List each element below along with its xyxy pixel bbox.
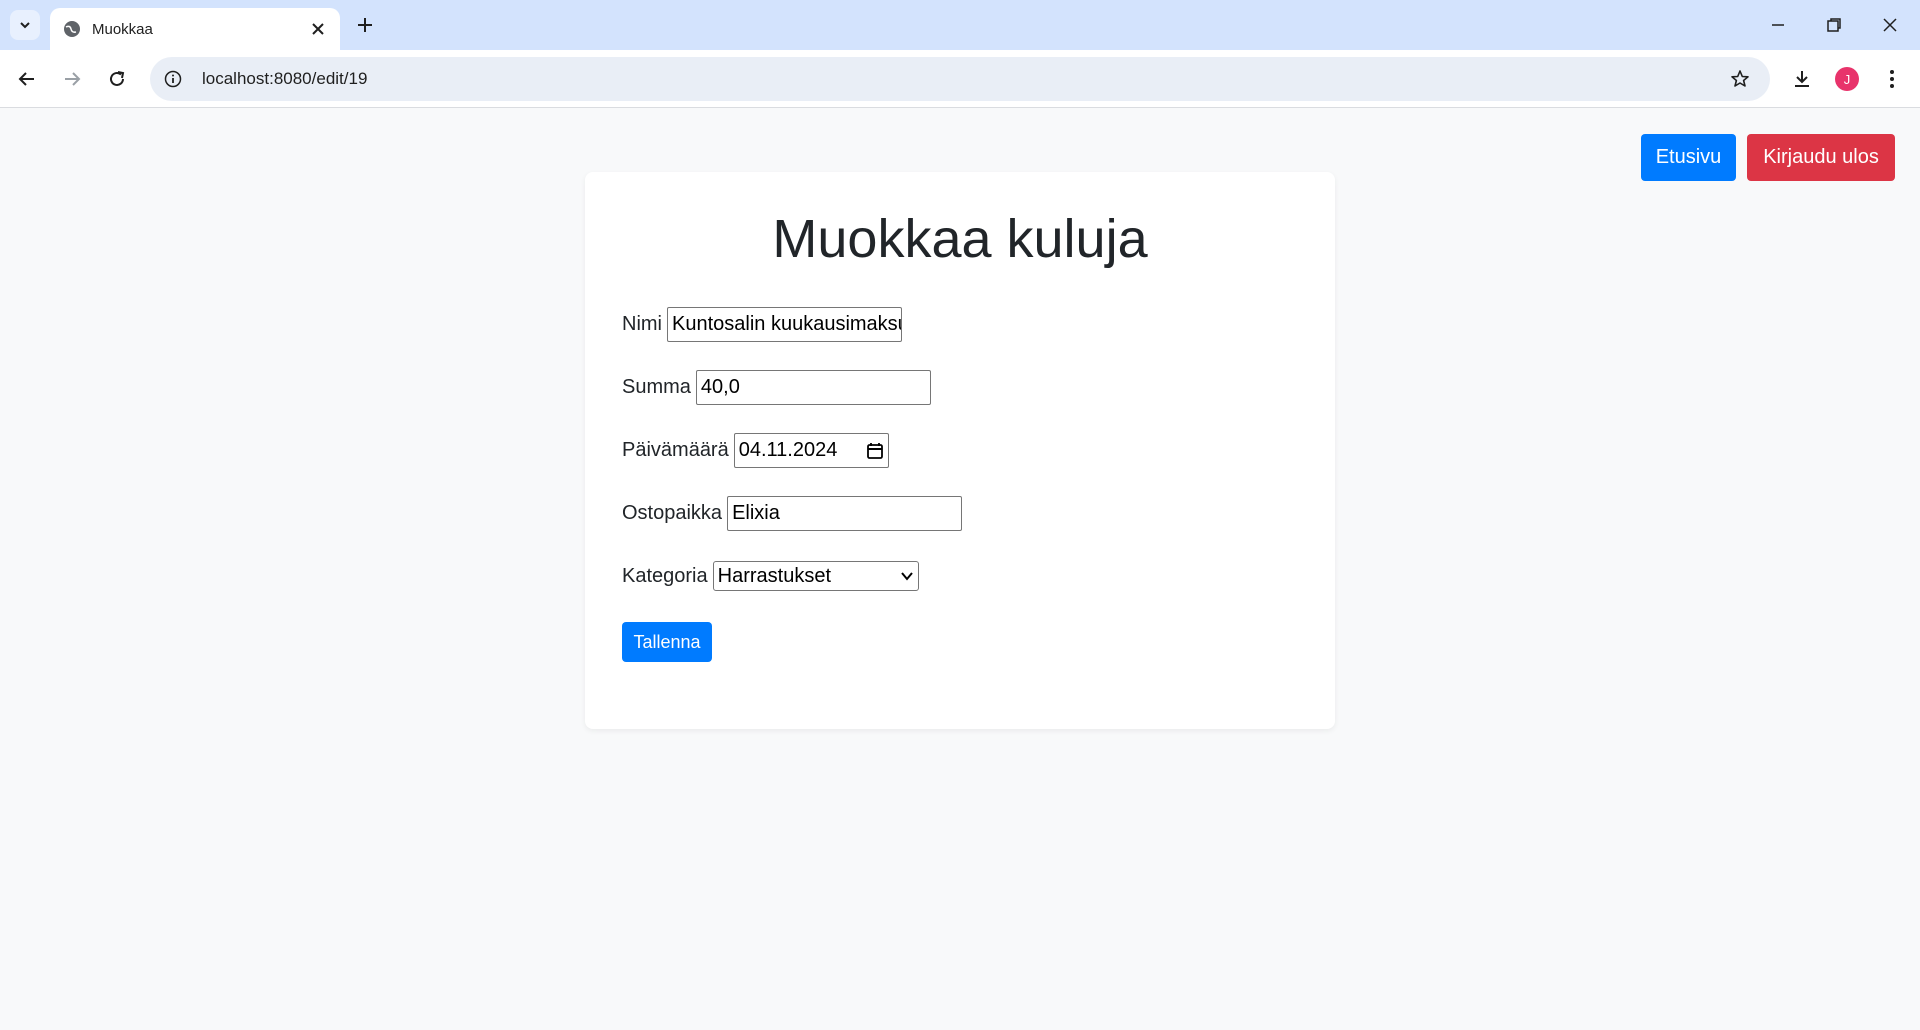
close-tab-icon[interactable] bbox=[306, 17, 330, 41]
amount-label: Summa bbox=[622, 376, 691, 398]
close-window-icon[interactable] bbox=[1877, 12, 1903, 38]
amount-input[interactable]: 40,0 bbox=[695, 370, 931, 405]
save-button[interactable]: Tallenna bbox=[622, 622, 712, 662]
globe-icon bbox=[62, 19, 82, 39]
name-input[interactable]: Kuntosalin kuukausimaksu bbox=[667, 307, 902, 342]
page-title: Muokkaa kuluja bbox=[772, 209, 1148, 269]
forward-icon[interactable] bbox=[57, 64, 87, 94]
page-content: Etusivu Kirjaudu ulos Muokkaa kuluja Nim… bbox=[0, 109, 1920, 1030]
calendar-icon[interactable] bbox=[866, 442, 884, 460]
name-label: Nimi bbox=[622, 313, 662, 335]
date-input[interactable]: 04.11.2024 bbox=[733, 433, 889, 468]
chevron-down-icon bbox=[20, 22, 30, 29]
address-bar[interactable]: localhost:8080/edit/19 bbox=[150, 57, 1770, 101]
tab-list-button[interactable] bbox=[10, 10, 40, 40]
category-select[interactable]: Harrastukset bbox=[712, 561, 919, 591]
more-menu-icon[interactable] bbox=[1878, 65, 1906, 93]
bookmark-star-icon[interactable] bbox=[1726, 65, 1754, 93]
browser-toolbar: localhost:8080/edit/19 J bbox=[0, 50, 1920, 108]
date-label: Päivämäärä bbox=[622, 439, 729, 461]
category-label: Kategoria bbox=[622, 564, 708, 587]
new-tab-icon[interactable] bbox=[352, 12, 378, 38]
download-icon[interactable] bbox=[1788, 65, 1816, 93]
browser-tab-bar: Muokkaa bbox=[0, 0, 1920, 50]
logout-button[interactable]: Kirjaudu ulos bbox=[1747, 134, 1895, 181]
site-info-icon[interactable] bbox=[162, 68, 184, 90]
category-row: Kategoria Harrastukset bbox=[622, 561, 919, 591]
name-row: Nimi Kuntosalin kuukausimaksu bbox=[622, 307, 902, 342]
url-text[interactable]: localhost:8080/edit/19 bbox=[202, 69, 1726, 89]
back-icon[interactable] bbox=[12, 64, 42, 94]
place-input[interactable]: Elixia bbox=[727, 496, 963, 531]
avatar: J bbox=[1835, 67, 1859, 91]
active-tab[interactable]: Muokkaa bbox=[50, 8, 340, 50]
category-value: Harrastukset bbox=[717, 564, 831, 587]
date-value: 04.11.2024 bbox=[738, 439, 838, 461]
place-row: Ostopaikka Elixia bbox=[622, 496, 963, 531]
place-label: Ostopaikka bbox=[622, 502, 723, 524]
amount-row: Summa 40,0 bbox=[622, 370, 931, 405]
tab-title: Muokkaa bbox=[92, 20, 153, 38]
minimize-icon[interactable] bbox=[1765, 12, 1791, 38]
restore-icon[interactable] bbox=[1821, 12, 1847, 38]
chevron-down-icon bbox=[900, 572, 913, 581]
profile-avatar[interactable]: J bbox=[1833, 65, 1861, 93]
edit-card: Muokkaa kuluja Nimi Kuntosalin kuukausim… bbox=[585, 172, 1335, 729]
date-row: Päivämäärä 04.11.2024 bbox=[622, 433, 889, 468]
reload-icon[interactable] bbox=[102, 64, 132, 94]
home-button[interactable]: Etusivu bbox=[1641, 134, 1736, 181]
